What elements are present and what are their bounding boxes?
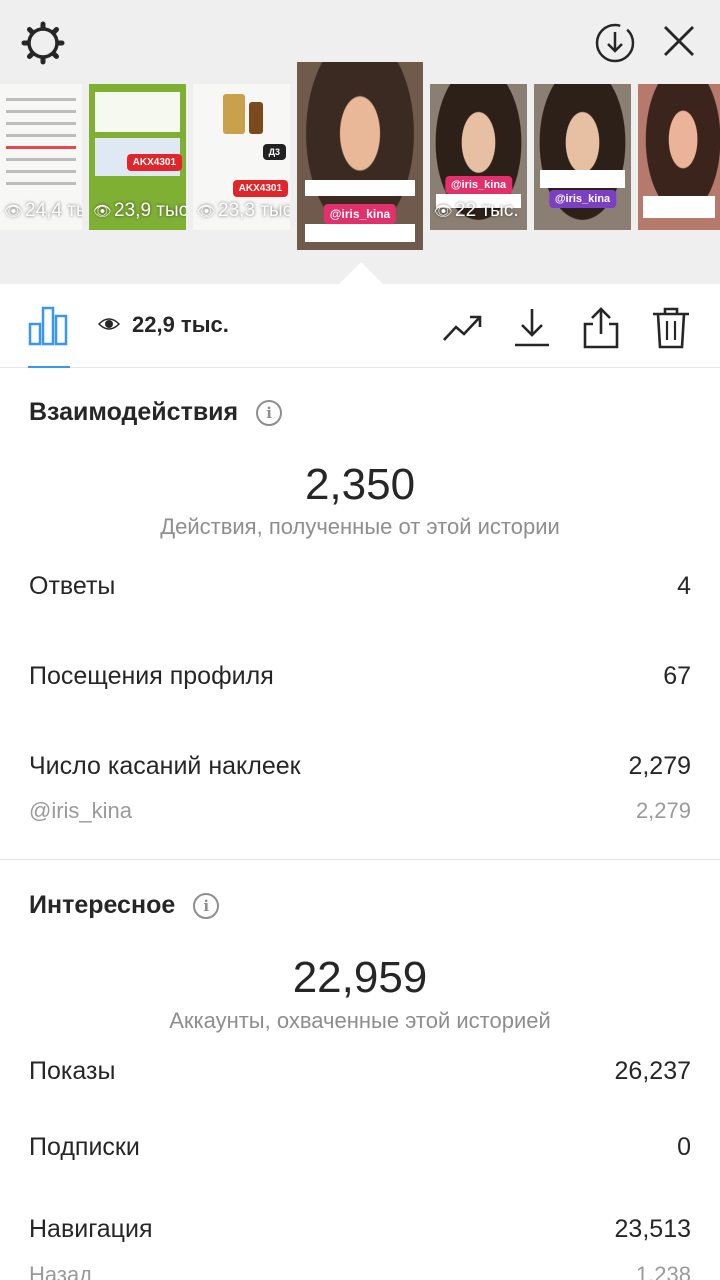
selected-pointer (339, 262, 383, 284)
interactions-total: 2,350 (304, 460, 416, 509)
views-count: 22,9 тыс. (97, 312, 229, 338)
thumbnail-views: 👁24,4 тыс. (4, 200, 82, 221)
insights-toolbar: 22,9 тыс. (0, 284, 720, 368)
section-divider (0, 859, 720, 860)
thumbnail-views: 👁 23,9 тыс. (93, 200, 186, 221)
discovery-total: 22,959 (292, 953, 428, 1002)
share-icon[interactable] (579, 306, 623, 350)
stat-row-navigation: Навигация 23,513 (29, 1215, 691, 1244)
label-tag: Д3 (262, 144, 286, 160)
eye-icon (97, 312, 121, 338)
stat-label: Показы (29, 1057, 116, 1085)
bar-chart-icon[interactable] (28, 304, 68, 346)
stat-label: Число касаний наклеек (29, 752, 301, 780)
promo-code-tag: AKX4301 (232, 180, 288, 197)
info-icon[interactable]: i (256, 399, 283, 426)
stat-row-sticker-taps: Число касаний наклеек 2,279 (29, 752, 691, 781)
views-count-value: 22,9 тыс. (132, 312, 229, 337)
interactions-title-text: Взаимодействия (29, 398, 239, 426)
stat-value: 26,237 (614, 1057, 691, 1085)
thumbnail-views: 👁 23,3 тыс. (197, 200, 290, 221)
stat-subvalue: 1,238 (635, 1262, 691, 1280)
stat-row-impressions: Показы 26,237 (29, 1057, 691, 1086)
info-icon[interactable]: i (193, 892, 220, 919)
close-icon[interactable] (654, 16, 704, 66)
promo-code-tag: AKX4301 (126, 154, 182, 171)
stat-value: 2,279 (628, 752, 691, 780)
stat-value: 0 (677, 1133, 691, 1161)
stat-label: Навигация (29, 1215, 153, 1243)
story-thumbnail[interactable]: Д3 AKX4301 👁 23,3 тыс. (193, 84, 290, 230)
stat-label: Подписки (29, 1133, 140, 1161)
stat-value: 67 (663, 662, 691, 690)
story-header: 👁24,4 тыс. AKX4301 👁23,9 тыс. Д3 AKX4301… (0, 0, 720, 284)
gear-icon[interactable] (18, 18, 68, 68)
story-thumbnail[interactable]: 👁24,4 тыс. (0, 84, 82, 230)
stat-row-profile-visits: Посещения профиля 67 (29, 662, 691, 691)
stat-subrow-mention: @iris_kina 2,279 (29, 798, 691, 824)
mention-sticker: @iris_kina (323, 204, 397, 224)
stat-row-follows: Подписки 0 (29, 1133, 691, 1162)
story-thumbnail-selected[interactable]: @iris_kina (297, 62, 423, 250)
stat-row-replies: Ответы 4 (29, 572, 691, 601)
stat-label: Ответы (29, 572, 116, 600)
trending-icon[interactable] (441, 306, 485, 350)
stat-subrow-back: Назад 1,238 (29, 1262, 691, 1280)
active-tab-indicator (28, 366, 70, 368)
interactions-title: Взаимодействия i (29, 398, 283, 427)
stat-sublabel: Назад (29, 1262, 93, 1280)
interactions-caption: Действия, полученные от этой истории (160, 514, 560, 539)
stat-subvalue: 2,279 (635, 798, 691, 823)
stat-value: 23,513 (614, 1215, 691, 1243)
stat-value: 4 (677, 572, 691, 600)
stat-label: Посещения профиля (29, 662, 274, 690)
story-thumbnail[interactable]: @iris_kina (534, 84, 631, 230)
mention-sticker: @iris_kina (548, 190, 617, 208)
discovery-caption: Аккаунты, охваченные этой историей (169, 1008, 551, 1033)
story-thumbnail[interactable]: AKX4301 👁 23,9 тыс. (89, 84, 186, 230)
stat-sublabel: @iris_kina (29, 798, 133, 823)
thumbnail-views: 👁 22 тыс. (434, 200, 519, 221)
trash-icon[interactable] (649, 306, 693, 350)
story-thumbnail[interactable] (638, 84, 720, 230)
download-circle-icon[interactable] (590, 18, 640, 68)
mention-sticker: @iris_kina (444, 176, 513, 194)
discovery-title-text: Интересное (29, 891, 176, 919)
download-icon[interactable] (510, 306, 554, 350)
story-thumbnail[interactable]: @iris_kina 👁 22 тыс. (430, 84, 527, 230)
discovery-title: Интересное i (29, 891, 220, 920)
